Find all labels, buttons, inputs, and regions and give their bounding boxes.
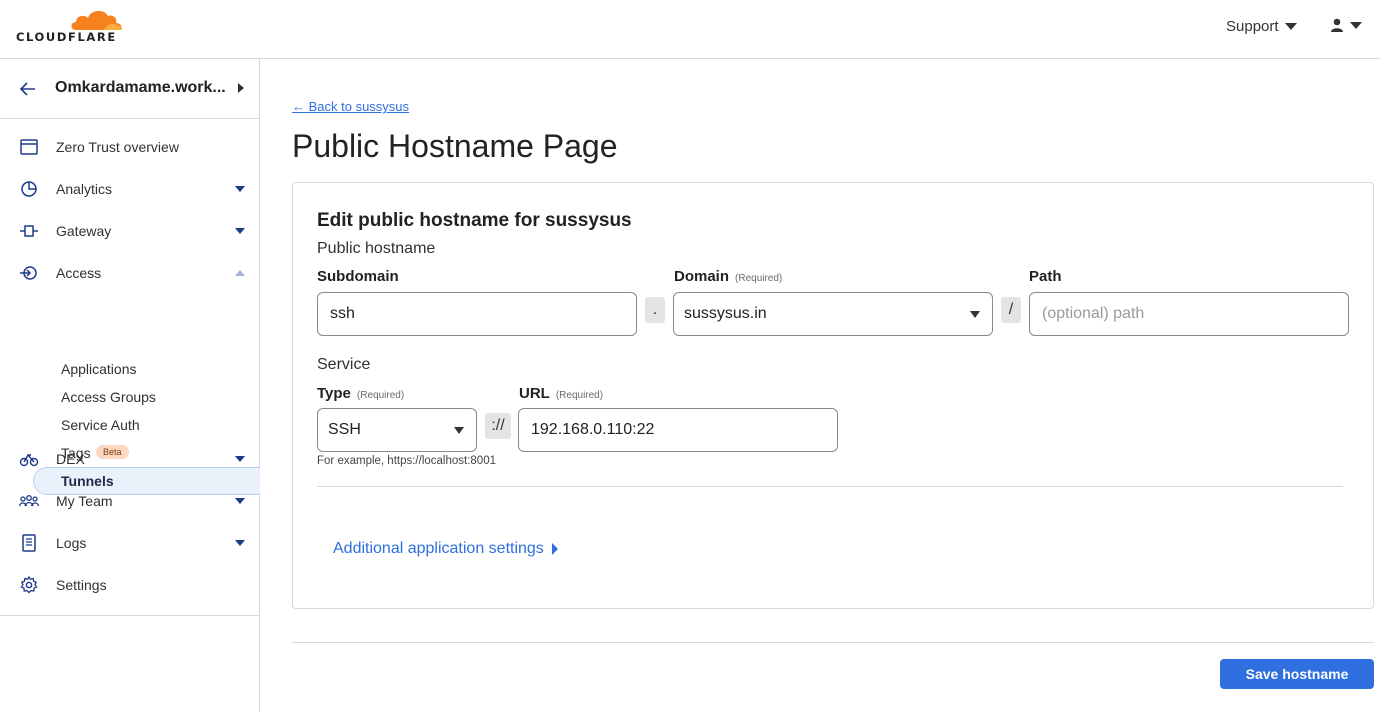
chevron-down-icon [970, 311, 980, 318]
sidebar-item-my-team[interactable]: My Team [0, 481, 259, 521]
chevron-down-icon [1284, 23, 1297, 30]
top-bar: CLOUDFLARE Support [0, 0, 1380, 59]
sidebar-subitem-service-auth[interactable]: Service Auth [33, 411, 260, 439]
chevron-up-icon[interactable] [235, 270, 245, 276]
edit-hostname-card: Edit public hostname for sussysus Public… [292, 182, 1374, 609]
chevron-down-icon[interactable] [235, 186, 245, 192]
subdomain-input[interactable]: ssh [317, 292, 637, 336]
chevron-down-icon[interactable] [235, 498, 245, 504]
support-label: Support [1226, 18, 1279, 35]
sidebar-subitem-label: Service Auth [61, 417, 140, 433]
type-label-text: Type [317, 385, 351, 402]
domain-label-text: Domain [674, 268, 730, 285]
account-name: Omkardamame.work... [55, 79, 226, 96]
dot-separator: . [645, 297, 665, 323]
gear-icon [20, 575, 38, 594]
chevron-right-icon [551, 543, 558, 555]
sidebar-subitem-applications[interactable]: Applications [33, 355, 260, 383]
chevron-down-icon[interactable] [235, 540, 245, 546]
save-hostname-button[interactable]: Save hostname [1220, 659, 1374, 689]
additional-settings-toggle[interactable]: Additional application settings [333, 540, 558, 558]
sidebar-nav: Zero Trust overview Analytics Gateway Ac… [0, 119, 260, 616]
sidebar-subitem-label: Applications [61, 361, 137, 377]
sidebar-item-label: Zero Trust overview [56, 139, 179, 155]
sidebar-item-zero-trust-overview[interactable]: Zero Trust overview [0, 127, 259, 167]
sidebar-item-access[interactable]: Access [0, 253, 259, 293]
logo-text: CLOUDFLARE [16, 30, 117, 44]
account-switcher[interactable]: Omkardamame.work... [0, 59, 259, 119]
sidebar-item-gateway[interactable]: Gateway [0, 211, 259, 251]
service-type-select[interactable]: SSH [317, 408, 477, 452]
type-label: Type (Required) [317, 385, 404, 402]
sidebar-item-label: Gateway [56, 223, 112, 239]
public-hostname-section-label: Public hostname [317, 240, 436, 257]
sidebar-item-label: My Team [56, 493, 113, 509]
sidebar-item-label: Access [56, 265, 102, 281]
slash-separator: / [1001, 297, 1021, 323]
domain-required-tag: (Required) [735, 273, 783, 284]
cloudflare-logo[interactable]: CLOUDFLARE [16, 6, 126, 46]
sidebar-item-logs[interactable]: Logs [0, 523, 259, 563]
path-input[interactable]: (optional) path [1029, 292, 1349, 336]
service-section-label: Service [317, 356, 371, 373]
sidebar-item-dex[interactable]: DEX [0, 439, 259, 479]
bicycle-icon [19, 453, 39, 467]
gateway-icon [20, 225, 38, 237]
document-icon [22, 534, 36, 552]
back-link[interactable]: ← Back to sussysus [292, 99, 409, 114]
sidebar-subitem-access-groups[interactable]: Access Groups [33, 383, 260, 411]
url-label: URL (Required) [519, 385, 603, 402]
card-title: Edit public hostname for sussysus [317, 210, 632, 231]
chevron-down-icon[interactable] [235, 456, 245, 462]
sidebar-subitem-label: Access Groups [61, 389, 156, 405]
domain-select[interactable]: sussysus.in [673, 292, 993, 336]
user-menu[interactable] [1330, 18, 1362, 32]
footer-divider [292, 642, 1374, 643]
sidebar-item-label: Analytics [56, 181, 113, 197]
pie-chart-icon [21, 181, 37, 197]
chevron-down-icon[interactable] [235, 228, 245, 234]
card-divider [317, 486, 1343, 487]
path-label: Path [1029, 268, 1062, 285]
additional-settings-label: Additional application settings [333, 540, 544, 557]
type-select-value: SSH [328, 421, 361, 438]
page-title: Public Hostname Page [292, 128, 618, 164]
domain-label: Domain (Required) [674, 268, 782, 285]
sidebar: Omkardamame.work... Zero Trust overview … [0, 59, 260, 712]
type-hint: For example, https://localhost:8001 [317, 455, 496, 467]
support-menu[interactable]: Support [1226, 18, 1297, 35]
arrow-left-icon[interactable] [18, 79, 38, 99]
subdomain-label: Subdomain [317, 268, 399, 285]
url-input[interactable]: 192.168.0.110:22 [518, 408, 838, 452]
browser-window-icon [20, 139, 38, 155]
domain-select-value: sussysus.in [684, 305, 767, 322]
sidebar-item-settings[interactable]: Settings [0, 565, 259, 605]
type-required-tag: (Required) [356, 390, 405, 401]
url-label-text: URL [519, 385, 550, 402]
sidebar-item-label: Settings [56, 577, 107, 593]
url-required-tag: (Required) [555, 390, 604, 401]
subdomain-label-text: Subdomain [317, 268, 399, 285]
chevron-right-icon [238, 83, 244, 93]
access-icon [20, 266, 37, 280]
scheme-separator: :// [485, 413, 511, 439]
chevron-down-icon [454, 427, 464, 434]
cloud-logo-icon [71, 10, 123, 30]
sidebar-item-analytics[interactable]: Analytics [0, 169, 259, 209]
sidebar-item-label: DEX [56, 451, 85, 467]
chevron-down-icon [1350, 21, 1362, 29]
path-label-text: Path [1029, 268, 1062, 285]
user-icon [1331, 18, 1343, 32]
team-icon [19, 495, 39, 507]
sidebar-item-label: Logs [56, 535, 87, 551]
